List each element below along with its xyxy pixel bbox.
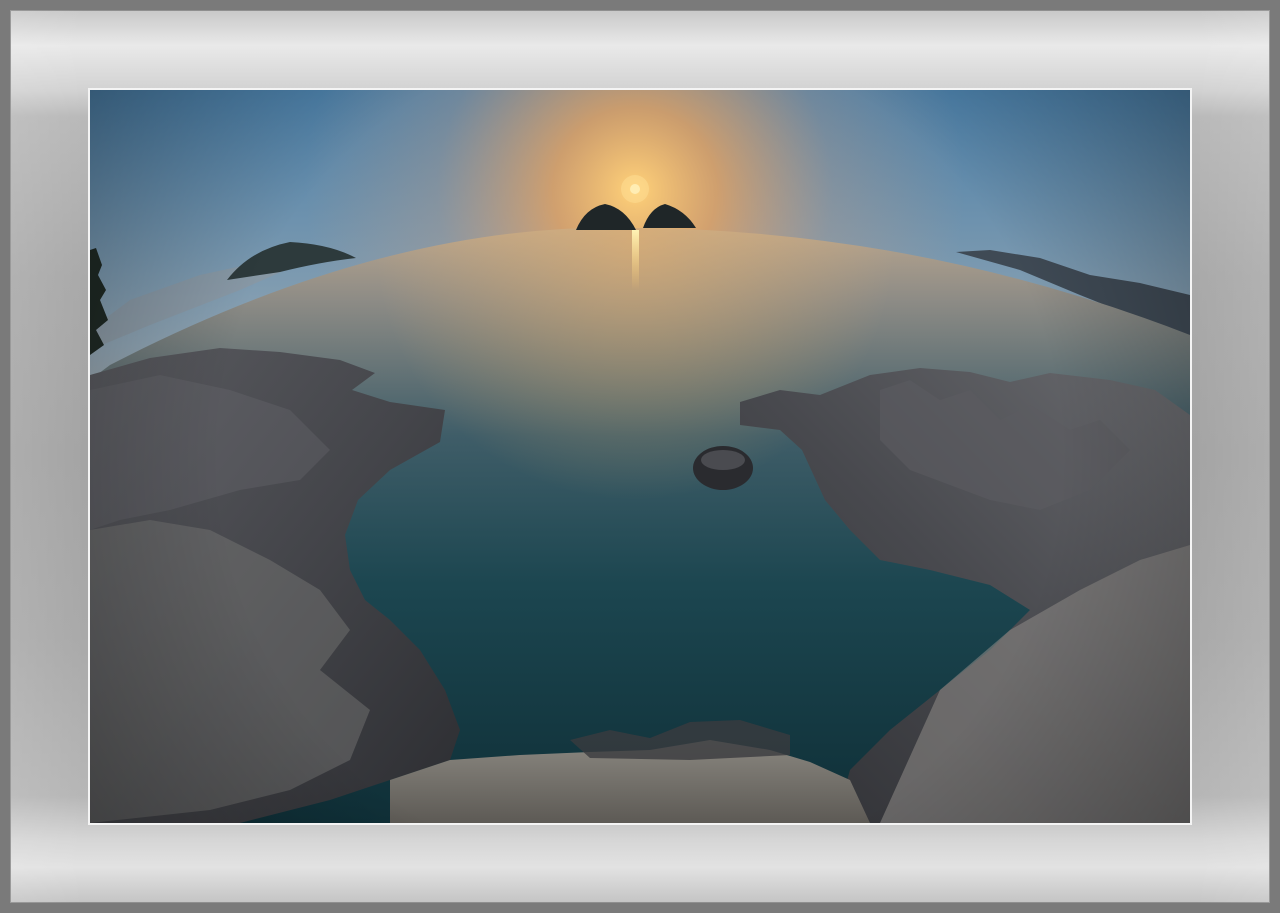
vignette: [90, 90, 1190, 823]
landscape-image: [90, 90, 1190, 823]
landscape-photo: [90, 90, 1190, 823]
outer-frame: [0, 0, 1280, 913]
